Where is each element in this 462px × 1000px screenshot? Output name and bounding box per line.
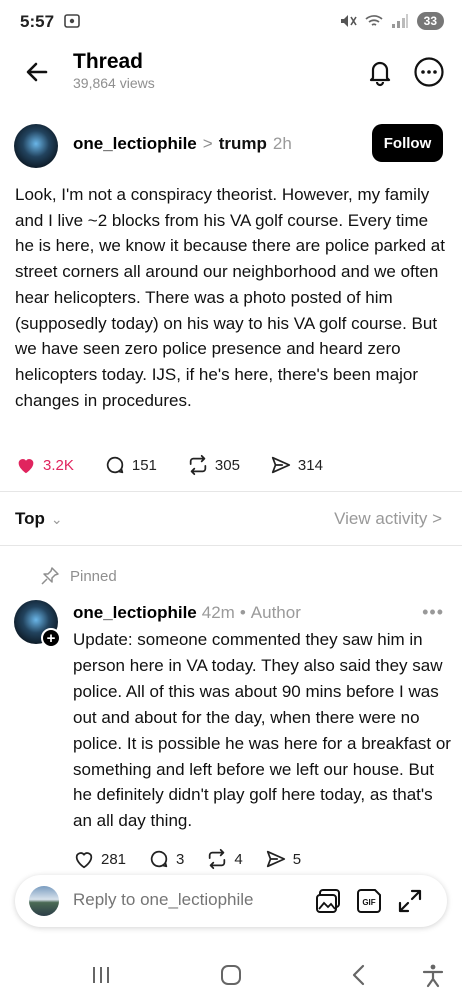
reply-share-button[interactable]: 5 [265, 848, 301, 870]
svg-text:GIF: GIF [362, 898, 375, 907]
page-title: Thread [73, 50, 144, 73]
post-body: Look, I'm not a conspiracy theorist. How… [15, 185, 445, 410]
reply-share-count: 5 [292, 850, 302, 868]
back-arrow-icon[interactable] [22, 57, 52, 87]
pinned-label: Pinned [40, 566, 117, 586]
reply-body: Update: someone commented they saw him i… [73, 630, 451, 831]
follow-button[interactable]: Follow [372, 124, 443, 162]
reply-actions: 281 3 4 5 [73, 848, 323, 870]
divider [0, 491, 462, 492]
heart-icon [18, 459, 34, 474]
system-nav-bar [0, 950, 462, 1000]
bell-icon[interactable] [364, 56, 396, 88]
reply-repost-button[interactable]: 4 [206, 848, 243, 870]
more-icon[interactable] [413, 56, 445, 88]
mute-icon [340, 15, 357, 27]
accessibility-icon[interactable] [420, 962, 446, 988]
author-tag: Author [250, 603, 301, 622]
thread-header: Thread 39,864 views [0, 44, 462, 106]
expand-icon[interactable] [396, 887, 424, 915]
reply-comment-count: 3 [176, 850, 185, 868]
avatar [29, 886, 59, 916]
avatar[interactable] [14, 124, 58, 168]
reply-bar: GIF [15, 875, 447, 927]
reply-like-count: 281 [101, 850, 127, 868]
chevron-right-icon: > [202, 134, 213, 153]
pin-icon [41, 567, 59, 585]
pinned-text: Pinned [70, 567, 117, 585]
reply-username[interactable]: one_lectiophile [73, 603, 197, 623]
gif-icon[interactable]: GIF [356, 887, 384, 915]
chevron-down-icon: ⌄ [50, 510, 63, 527]
follow-plus-icon[interactable]: + [41, 628, 61, 648]
share-icon [271, 456, 291, 474]
status-time: 5:57 [20, 12, 55, 31]
reply-like-button[interactable]: 281 [73, 848, 126, 870]
reply-repost-count: 4 [234, 850, 243, 868]
separator-dot: • [239, 603, 246, 622]
share-button[interactable]: 314 [270, 454, 323, 476]
share-count: 314 [297, 456, 323, 474]
reply-meta: one_lectiophile 42m • Author [73, 603, 301, 623]
like-count: 3.2K [43, 456, 74, 474]
repost-count: 305 [214, 456, 240, 474]
status-icons: 33 [339, 12, 444, 30]
heart-icon [75, 852, 93, 869]
view-count: 39,864 views [73, 75, 155, 91]
post-time: 2h [272, 134, 292, 153]
divider [0, 545, 462, 546]
recent-apps-icon[interactable] [88, 962, 114, 988]
comment-count: 151 [131, 456, 157, 474]
reply-input[interactable] [73, 890, 293, 910]
home-icon[interactable] [218, 962, 244, 988]
comment-icon [106, 456, 124, 474]
like-button[interactable]: 3.2K [15, 454, 74, 476]
image-icon[interactable] [314, 887, 342, 915]
reply-comment-button[interactable]: 3 [148, 848, 184, 870]
repost-button[interactable]: 305 [187, 454, 240, 476]
reply-more-icon[interactable]: ••• [422, 602, 444, 623]
post-topic[interactable]: trump [219, 134, 267, 154]
sort-label: Top [15, 509, 45, 528]
sort-row: Top ⌄ View activity > [0, 505, 462, 535]
sort-dropdown[interactable]: Top ⌄ [15, 509, 63, 529]
screenshot-icon [64, 14, 80, 28]
wifi-icon [365, 15, 383, 26]
post-meta: one_lectiophile > trump 2h [73, 134, 292, 154]
signal-icon [391, 14, 408, 28]
status-bar: 5:57 33 [0, 0, 462, 44]
comment-button[interactable]: 151 [104, 454, 157, 476]
share-icon [266, 850, 285, 868]
reply-time: 42m [201, 603, 235, 622]
comment-icon [150, 850, 168, 868]
battery-level: 33 [416, 12, 444, 30]
back-icon[interactable] [346, 962, 372, 988]
post-username[interactable]: one_lectiophile [73, 134, 197, 154]
repost-icon [189, 454, 207, 476]
post-actions: 3.2K 151 305 314 [15, 453, 353, 477]
repost-icon [209, 848, 226, 870]
view-activity-link[interactable]: View activity > [334, 509, 442, 529]
